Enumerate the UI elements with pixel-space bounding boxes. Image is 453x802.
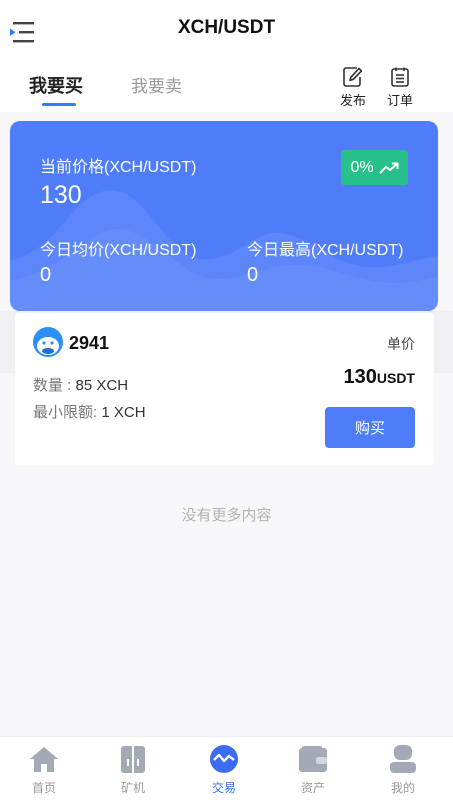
- min-limit-row: 最小限额: 1 XCH: [33, 401, 146, 422]
- orders-label: 订单: [386, 93, 413, 108]
- page-title: XCH/USDT: [177, 17, 276, 38]
- active-tab-indicator: [42, 103, 76, 106]
- min-limit-label: 最小限额:: [33, 404, 102, 421]
- price-change-badge: 0%: [341, 150, 408, 185]
- current-price-value: 130: [40, 181, 82, 209]
- tab-mine-label: 我的: [390, 781, 415, 795]
- price-change-value: 0%: [350, 158, 374, 176]
- publish-label: 发布: [339, 93, 366, 108]
- tab-assets[interactable]: 资产: [283, 745, 343, 796]
- avg-price-value: 0: [40, 264, 52, 286]
- tab-miner[interactable]: 矿机: [103, 745, 163, 796]
- edit-icon: [343, 67, 363, 87]
- no-more-content: 没有更多内容: [181, 507, 272, 524]
- avg-price-label: 今日均价(XCH/USDT): [40, 242, 197, 259]
- high-price-label: 今日最高(XCH/USDT): [247, 242, 404, 259]
- top-bar: XCH/USDT 我要买 我要卖 发布 订单: [0, 0, 453, 112]
- tab-home[interactable]: 首页: [14, 745, 74, 796]
- quantity-row: 数量 : 85 XCH: [33, 374, 128, 395]
- tab-home-label: 首页: [31, 781, 56, 795]
- tab-miner-label: 矿机: [120, 781, 145, 795]
- tab-trade-label: 交易: [211, 781, 236, 795]
- publish-button[interactable]: 发布: [337, 66, 369, 109]
- unit-price-currency: USDT: [376, 370, 415, 386]
- unit-price-label: 单价: [387, 336, 415, 352]
- quantity-value: 85 XCH: [75, 377, 129, 394]
- min-limit-value: 1 XCH: [101, 404, 146, 421]
- seller-name: 2941: [69, 333, 110, 353]
- price-summary-card: 当前价格(XCH/USDT) 130 0% 今日均价(XCH/USDT) 0 今…: [10, 121, 438, 311]
- unit-price: 130USDT: [344, 366, 416, 389]
- tab-assets-label: 资产: [300, 781, 325, 795]
- bottom-tab-bar: 首页 矿机 交易 资产 我的: [0, 736, 453, 802]
- buy-button[interactable]: 购买: [325, 407, 415, 448]
- tab-buy[interactable]: 我要买: [29, 72, 83, 98]
- miner-icon: [121, 746, 145, 773]
- avatar: [33, 327, 63, 357]
- home-icon: [30, 747, 58, 772]
- current-price-label: 当前价格(XCH/USDT): [40, 159, 197, 176]
- trend-up-icon: [378, 162, 399, 174]
- high-price-value: 0: [247, 264, 259, 286]
- orders-button[interactable]: 订单: [384, 66, 416, 109]
- order-card: 2941 单价 数量 : 85 XCH 最小限额: 1 XCH 130USDT …: [15, 313, 434, 465]
- user-icon: [390, 745, 416, 773]
- unit-price-value: 130: [343, 366, 377, 388]
- tab-trade[interactable]: 交易: [194, 745, 254, 796]
- quantity-label: 数量 :: [33, 377, 76, 394]
- wallet-icon: [299, 746, 327, 772]
- orders-icon: [391, 67, 409, 87]
- tab-mine[interactable]: 我的: [373, 745, 433, 796]
- trade-icon: [210, 745, 238, 773]
- tab-sell[interactable]: 我要卖: [131, 72, 182, 97]
